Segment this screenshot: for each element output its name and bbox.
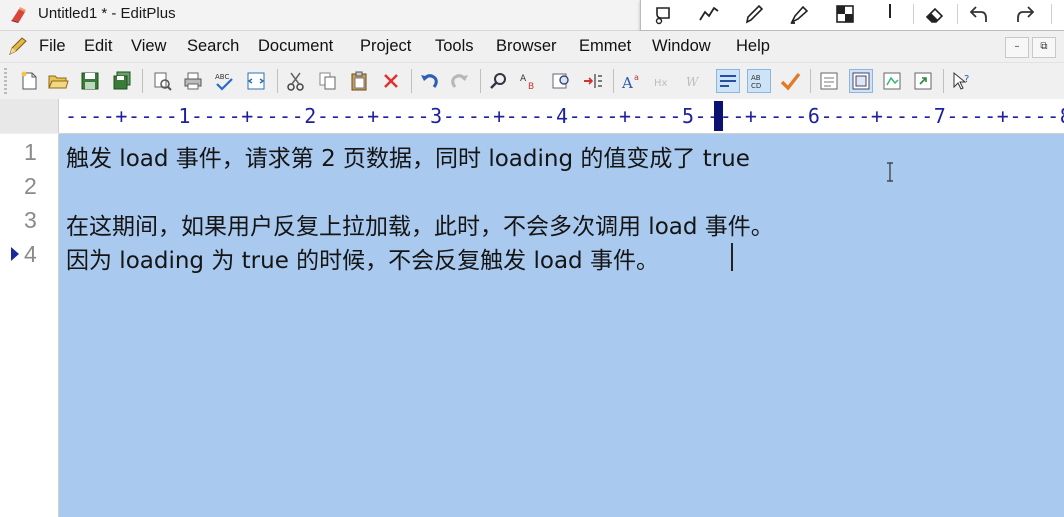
svg-text:B: B — [528, 82, 534, 92]
save-all-icon[interactable] — [111, 70, 133, 92]
toolbar-separator — [810, 69, 811, 93]
text-cursor-icon[interactable] — [878, 2, 902, 26]
browser-preview-icon[interactable] — [245, 70, 267, 92]
goto-line-icon[interactable] — [582, 70, 604, 92]
svg-text:CD: CD — [751, 82, 761, 90]
toolbar-grip[interactable] — [4, 68, 7, 94]
copy-icon[interactable] — [317, 70, 339, 92]
annotation-toolbar — [640, 0, 1064, 31]
print-icon[interactable] — [182, 70, 204, 92]
svg-text:A: A — [621, 74, 633, 92]
line-number: 1 — [24, 139, 37, 165]
paste-icon[interactable] — [348, 70, 370, 92]
editplus-app-icon — [11, 7, 26, 23]
menu-file[interactable]: File — [39, 37, 66, 56]
toolbar-separator — [277, 69, 278, 93]
ibeam-cursor-icon — [887, 162, 893, 182]
html-italic-icon[interactable]: W — [684, 70, 706, 92]
svg-text:W: W — [686, 75, 700, 89]
annotation-separator — [957, 4, 958, 24]
toolbar-separator — [480, 69, 481, 93]
redo-icon[interactable] — [1013, 2, 1037, 26]
eraser-icon[interactable] — [923, 2, 947, 26]
main-toolbar: ABC A B A a Hx W AB CD ? — [0, 62, 1064, 100]
menu-bar: File Edit View Search Document Project T… — [0, 31, 1064, 61]
svg-text:?: ? — [964, 74, 969, 85]
editor-line[interactable]: 在这期间，如果用户反复上拉加载，此时，不会多次调用 load 事件。 — [66, 207, 774, 241]
svg-text:A: A — [520, 74, 527, 84]
toolbar-separator — [142, 69, 143, 93]
highlighter-icon[interactable] — [787, 2, 811, 26]
print-preview-icon[interactable] — [151, 70, 173, 92]
cut-icon[interactable] — [285, 70, 307, 92]
word-wrap-icon[interactable] — [716, 69, 740, 93]
full-screen-icon[interactable] — [912, 70, 934, 92]
editor-line[interactable]: 触发 load 事件，请求第 2 页数据，同时 loading 的值变成了 tr… — [66, 139, 750, 173]
menu-help[interactable]: Help — [736, 37, 770, 56]
text-editor[interactable]: 触发 load 事件，请求第 2 页数据，同时 loading 的值变成了 tr… — [59, 134, 1064, 517]
toolbar-separator — [943, 69, 944, 93]
menu-project[interactable]: Project — [360, 37, 411, 56]
svg-text:ABC: ABC — [215, 73, 229, 81]
column-ruler[interactable]: ----+----1----+----2----+----3----+----4… — [59, 99, 1064, 134]
find-icon[interactable] — [488, 70, 510, 92]
directory-window-icon[interactable] — [818, 70, 840, 92]
menu-search[interactable]: Search — [187, 37, 239, 56]
mdi-minimize-button[interactable]: – — [1005, 37, 1029, 58]
mdi-restore-button[interactable]: ⧉ — [1032, 37, 1056, 58]
ruler-cursor-marker — [714, 101, 723, 131]
undo-icon[interactable] — [967, 2, 991, 26]
spell-check-mark-icon[interactable] — [779, 70, 801, 92]
window-title: Untitled1 * - EditPlus — [38, 5, 176, 22]
current-line-arrow-icon — [11, 247, 19, 261]
menu-window[interactable]: Window — [652, 37, 711, 56]
svg-text:AB: AB — [751, 74, 761, 82]
new-file-icon[interactable] — [18, 70, 40, 92]
freehand-icon[interactable] — [697, 2, 721, 26]
help-pointer-icon[interactable]: ? — [951, 70, 973, 92]
document-pencil-icon[interactable] — [8, 37, 28, 55]
annotation-separator — [913, 4, 914, 24]
open-folder-icon[interactable] — [47, 70, 69, 92]
toolbar-separator — [613, 69, 614, 93]
line-number-icon[interactable]: AB CD — [747, 69, 771, 93]
editor-line[interactable]: 因为 loading 为 true 的时候，不会反复触发 load 事件。 — [66, 241, 659, 275]
redo-toolbar-icon[interactable] — [449, 70, 471, 92]
ruler-corner — [0, 99, 59, 133]
menu-tools[interactable]: Tools — [435, 37, 474, 56]
ruler-scale: ----+----1----+----2----+----3----+----4… — [65, 104, 1064, 128]
line-number: 3 — [24, 207, 37, 233]
output-window-icon[interactable] — [849, 69, 873, 93]
line-number-gutter[interactable]: 1 2 3 4 — [0, 134, 59, 517]
spell-check-icon[interactable]: ABC — [213, 70, 235, 92]
line-number: 2 — [24, 173, 37, 199]
undo-toolbar-icon[interactable] — [418, 70, 440, 92]
cliptext-window-icon[interactable] — [881, 70, 903, 92]
toolbar-separator — [411, 69, 412, 93]
font-icon[interactable]: A a — [621, 70, 643, 92]
menu-document[interactable]: Document — [258, 37, 333, 56]
text-caret — [731, 243, 733, 271]
html-toolbar-icon[interactable]: Hx — [653, 70, 675, 92]
pencil-icon[interactable] — [742, 2, 766, 26]
annotation-separator — [1051, 4, 1052, 24]
save-icon[interactable] — [79, 70, 101, 92]
lasso-icon[interactable] — [651, 2, 675, 26]
menu-emmet[interactable]: Emmet — [579, 37, 631, 56]
delete-icon[interactable] — [380, 70, 402, 92]
replace-in-files-icon[interactable] — [550, 70, 572, 92]
mosaic-icon[interactable] — [833, 2, 857, 26]
line-number: 4 — [24, 241, 37, 267]
svg-text:Hx: Hx — [654, 78, 668, 89]
menu-browser[interactable]: Browser — [496, 37, 557, 56]
menu-edit[interactable]: Edit — [84, 37, 112, 56]
svg-text:a: a — [634, 73, 639, 82]
replace-icon[interactable]: A B — [518, 70, 540, 92]
menu-view[interactable]: View — [131, 37, 166, 56]
